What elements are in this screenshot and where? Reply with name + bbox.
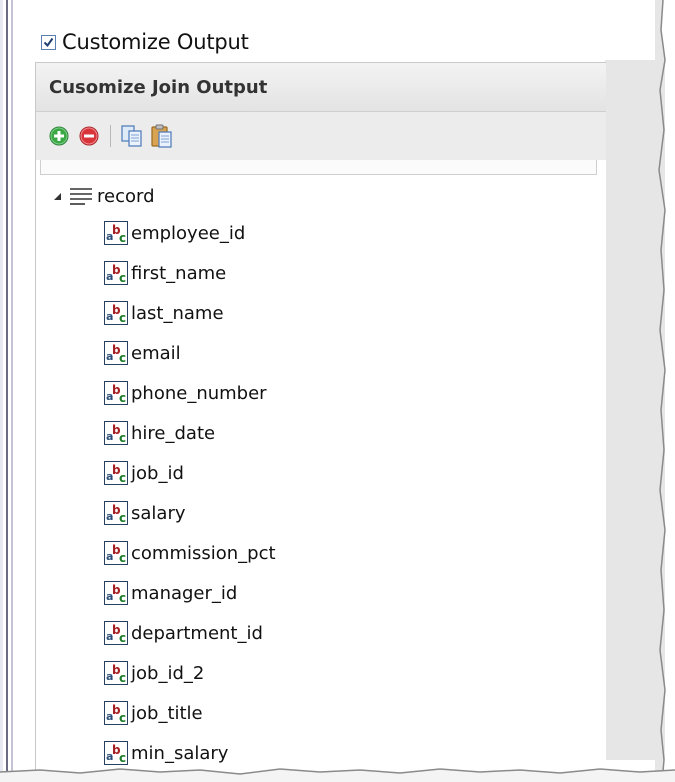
tree-root-record[interactable]: record <box>51 181 155 211</box>
field-label: last_name <box>131 302 224 324</box>
window-left-edge <box>0 0 3 782</box>
string-type-icon: abc <box>104 581 128 605</box>
tree-field-row[interactable]: a b c employee_id <box>104 215 245 251</box>
string-type-icon: abc <box>104 541 128 565</box>
string-type-icon: abc <box>104 661 128 685</box>
field-label: job_id_2 <box>131 662 205 684</box>
add-icon <box>49 126 69 146</box>
tree-field-row[interactable]: a b c email <box>104 335 181 371</box>
paste-icon <box>151 124 172 148</box>
field-label: email <box>131 342 181 364</box>
field-label: department_id <box>131 622 263 644</box>
field-label: job_id <box>131 462 184 484</box>
check-icon <box>43 37 54 47</box>
record-label: record <box>97 185 155 207</box>
remove-button[interactable] <box>74 121 104 151</box>
string-type-icon: abc <box>104 701 128 725</box>
string-type-icon: abc <box>104 501 128 525</box>
tree-field-row[interactable]: a b c salary <box>104 495 186 531</box>
tree-field-row[interactable]: a b c phone_number <box>104 375 267 411</box>
tree-field-row[interactable]: a b c last_name <box>104 295 224 331</box>
copy-button[interactable] <box>117 121 147 151</box>
toolbar-bottom-strip <box>40 160 597 175</box>
field-label: first_name <box>131 262 227 284</box>
string-type-icon: abc <box>104 621 128 645</box>
collapse-triangle-icon[interactable] <box>51 190 63 202</box>
string-type-icon: abc <box>104 381 128 405</box>
field-label: hire_date <box>131 422 216 444</box>
field-label: phone_number <box>131 382 267 404</box>
copy-icon <box>121 125 142 147</box>
tree-field-row[interactable]: a b c job_title <box>104 695 203 731</box>
tree-field-row[interactable]: a b c commission_pct <box>104 535 276 571</box>
field-label: commission_pct <box>131 542 276 564</box>
field-label: employee_id <box>131 222 246 244</box>
window-left-border <box>11 0 13 782</box>
tree-field-row[interactable]: a b c first_name <box>104 255 226 291</box>
join-output-panel: Cusomize Join Output record a b c employ… <box>35 62 606 774</box>
customize-output-row[interactable]: Customize Output <box>41 28 249 56</box>
field-label: job_title <box>131 702 203 724</box>
tree-field-row[interactable]: a b c job_id <box>104 455 184 491</box>
string-type-icon: abc <box>104 221 128 245</box>
field-label: salary <box>131 502 186 524</box>
add-button[interactable] <box>44 121 74 151</box>
field-label: manager_id <box>131 582 238 604</box>
string-type-icon: abc <box>104 461 128 485</box>
string-type-icon: abc <box>104 341 128 365</box>
string-type-icon: abc <box>104 301 128 325</box>
tree-field-row[interactable]: a b c job_id_2 <box>104 655 204 691</box>
panel-title: Cusomize Join Output <box>36 63 606 112</box>
paste-button[interactable] <box>147 121 177 151</box>
toolbar-separator <box>110 125 111 147</box>
toolbar <box>36 112 606 160</box>
remove-icon <box>79 126 99 146</box>
string-type-icon: abc <box>104 261 128 285</box>
customize-output-checkbox[interactable] <box>41 34 56 50</box>
bottom-torn-edge <box>0 768 675 782</box>
customize-output-label: Customize Output <box>62 30 249 54</box>
tree-field-row[interactable]: a b c hire_date <box>104 415 215 451</box>
tree-field-row[interactable]: a b c department_id <box>104 615 263 651</box>
torn-edge-decoration <box>655 0 666 782</box>
tree-field-row[interactable]: a b c manager_id <box>104 575 237 611</box>
record-icon <box>69 185 95 207</box>
splitter-bar[interactable] <box>6 0 8 782</box>
string-type-icon: abc <box>104 421 128 445</box>
